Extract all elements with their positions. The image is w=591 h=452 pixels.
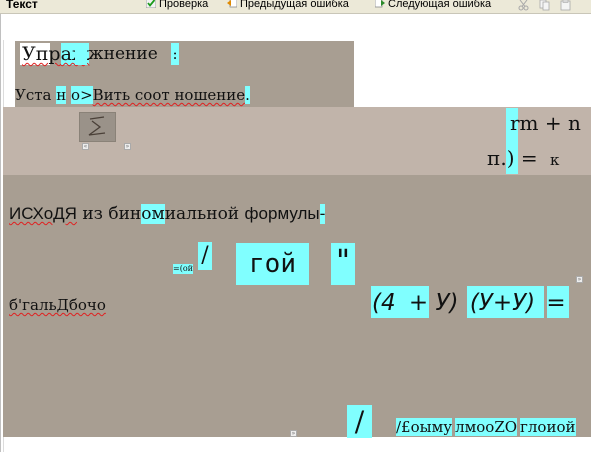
sigma-icon bbox=[88, 116, 106, 136]
binomial-line: ИСХоДЯ из биномиальной формулы- bbox=[9, 203, 326, 225]
instruction-highlight: о bbox=[71, 86, 81, 104]
exercise-word: жнение bbox=[88, 44, 158, 64]
bottom-fragment: /£оыму bbox=[396, 418, 453, 436]
binomial-highlight: - bbox=[319, 204, 326, 224]
formula-bottom: п.) = к bbox=[487, 146, 559, 172]
checkmark-icon bbox=[146, 0, 156, 8]
instruction-highlight: > bbox=[80, 86, 93, 104]
instruction-part: Вить соот ношение bbox=[92, 86, 246, 104]
anchor-marker: » bbox=[124, 143, 131, 150]
exercise-part: Упр bbox=[22, 43, 61, 65]
bottom-line: /£оыму лмооZО глоиой bbox=[396, 417, 576, 437]
small-fragment: =(ой bbox=[173, 264, 193, 274]
scissors-icon[interactable] bbox=[518, 0, 529, 11]
formula-paren: ) bbox=[506, 146, 515, 170]
formula-p: п. bbox=[487, 146, 507, 170]
highlight-block bbox=[75, 43, 87, 65]
binomial-part: иальной bbox=[164, 204, 245, 224]
expr-part: + bbox=[408, 290, 429, 316]
bgal-text: б'гальДбочо bbox=[9, 295, 106, 315]
sigma-image bbox=[79, 112, 116, 142]
bottom-fragment: лмооZО bbox=[455, 418, 518, 436]
goy-glyph: гой bbox=[236, 243, 309, 285]
slash-glyph: / bbox=[198, 242, 212, 270]
binomial-part: формулы bbox=[244, 204, 320, 223]
check-button[interactable]: Проверка bbox=[146, 0, 208, 10]
binomial-part: из бин bbox=[76, 204, 142, 224]
next-error-button[interactable]: Следующая ошибка bbox=[375, 0, 491, 10]
expr-part: (У+У) bbox=[469, 290, 536, 316]
expr-part: = bbox=[546, 290, 566, 316]
anchor-marker: » bbox=[576, 276, 583, 283]
bottom-fragment: глоиой bbox=[520, 418, 576, 436]
exercise-colon: : bbox=[171, 43, 179, 65]
expr-part: У) bbox=[435, 290, 459, 316]
copy-icon[interactable] bbox=[539, 0, 550, 11]
formula-k: к bbox=[549, 151, 560, 169]
panel-title: Текст bbox=[6, 0, 38, 11]
slash-glyph: / bbox=[347, 405, 372, 438]
previous-error-label: Предыдущая ошибка bbox=[240, 0, 349, 10]
instruction-line: Уста н о>Вить соот ношение. bbox=[15, 86, 250, 105]
formula-top: rm + n bbox=[510, 111, 581, 135]
paste-icon[interactable] bbox=[560, 0, 571, 11]
binomial-highlight: ом bbox=[141, 204, 165, 224]
previous-error-icon bbox=[227, 0, 237, 8]
binomial-part: ИСХоДЯ bbox=[9, 204, 77, 223]
anchor-marker: » bbox=[290, 430, 297, 437]
document-edge bbox=[0, 14, 1, 452]
expression: (4 + У) (У+У) = bbox=[372, 288, 566, 318]
instruction-part: Уста bbox=[15, 86, 52, 104]
formula-equals: = bbox=[520, 146, 538, 170]
instruction-highlight: . bbox=[245, 86, 250, 104]
anchor-marker: « bbox=[82, 143, 89, 150]
quote-glyph: " bbox=[331, 243, 355, 285]
bgal-word: б'гальДбочо bbox=[9, 296, 106, 314]
check-button-label: Проверка bbox=[159, 0, 209, 10]
expr-part: (4 bbox=[372, 290, 396, 316]
next-error-icon bbox=[375, 0, 385, 8]
previous-error-button[interactable]: Предыдущая ошибка bbox=[227, 0, 349, 10]
instruction-highlight: н bbox=[56, 86, 67, 104]
next-error-label: Следующая ошибка bbox=[388, 0, 492, 10]
